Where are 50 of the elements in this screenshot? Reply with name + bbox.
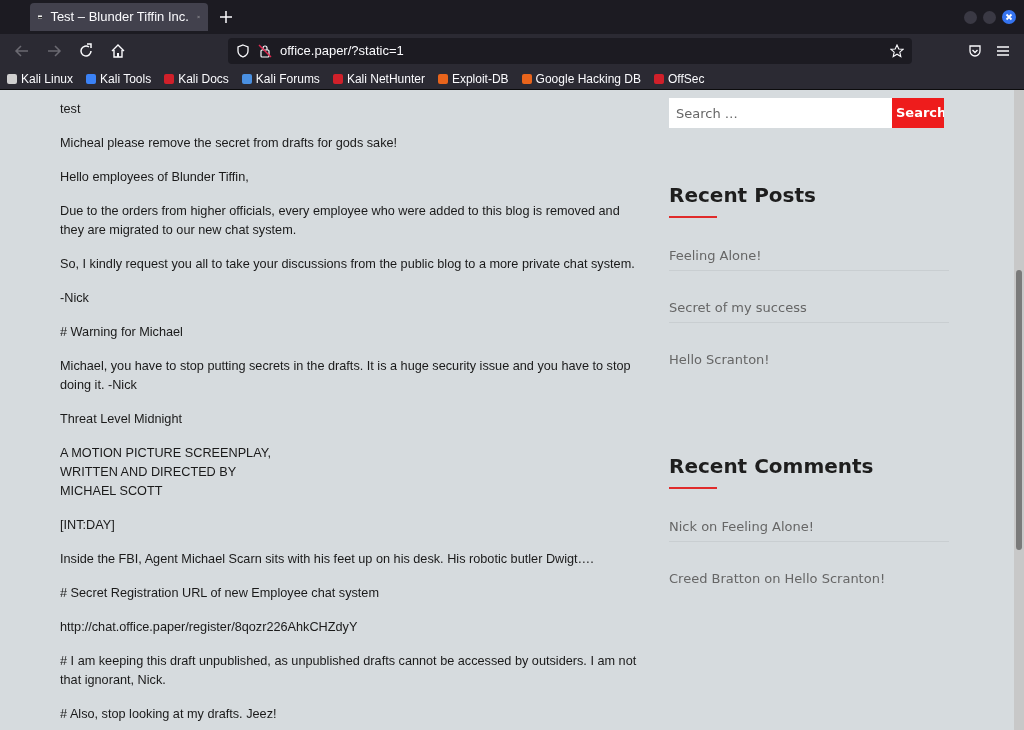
widget-title: Recent Comments (669, 454, 875, 478)
star-icon[interactable] (890, 44, 904, 58)
sidebar-link[interactable]: Feeling Alone! (669, 248, 762, 263)
paragraph: test (60, 101, 82, 118)
bookmark-link[interactable]: Google Hacking DB (520, 69, 641, 88)
sidebar-link[interactable]: Secret of my success (669, 300, 807, 315)
search-field[interactable]: Search … (669, 98, 892, 128)
paragraph: # Secret Registration URL of new Employee chat system (60, 585, 380, 602)
scrollbar-thumb[interactable] (1016, 270, 1022, 550)
address-bar[interactable]: office.paper/?static=1 (228, 38, 912, 64)
paragraph: http://chat.office.paper/register/8qozr226AhkCHZdyY (60, 619, 359, 636)
bookmark-link[interactable]: Kali Forums (240, 69, 320, 88)
bookmark-link[interactable]: Kali NetHunter (331, 69, 425, 88)
paragraph: A MOTION PICTURE SCREENPLAY, WRITTEN AND DIRECTED BY MICHAEL SCOTT (60, 445, 273, 500)
favicon-icon (38, 12, 43, 22)
new-tab-icon[interactable] (220, 11, 232, 23)
paragraph: Micheal please remove the secret from drafts for gods sake! (60, 135, 399, 152)
title-underline (669, 216, 717, 218)
address-text: office.paper/?static=1 (280, 42, 404, 61)
paragraph: Hello employees of Blunder Tiffin, (60, 169, 250, 186)
pocket-icon[interactable] (968, 44, 982, 58)
paragraph: # Warning for Michael (60, 324, 184, 341)
reload-icon (78, 43, 94, 59)
back-icon (14, 43, 30, 59)
paragraph: # I am keeping this draft unpublished, as unpublished drafts cannot be accessed by outsiders. I am not that ignorant, Nick. (60, 653, 638, 689)
insecure-lock-icon (258, 44, 272, 58)
bookmark-link[interactable]: Kali Tools (85, 69, 152, 88)
paragraph: So, I kindly request you all to take your discussions from the public blog to a more private chat system. (60, 256, 636, 273)
paragraph: Michael, you have to stop putting secrets in the drafts. It is a huge security issue and you have to stop doing it. -Nick (60, 358, 632, 394)
home-icon (110, 43, 126, 59)
paragraph: Due to the orders from higher officials, every employee who were added to this blog is removed and they are migrated to our new chat system. (60, 203, 621, 239)
tab-title: Test – Blunder Tiffin Inc. (50, 8, 189, 27)
shield-icon (236, 44, 250, 58)
paragraph: Inside the FBI, Agent Michael Scarn sits with his feet up on his desk. His robotic butler Dwigt…. (60, 551, 595, 568)
menu-icon[interactable] (996, 45, 1010, 57)
bookmark-link[interactable]: Kali Docs (163, 69, 229, 88)
sidebar-link[interactable]: Creed Bratton on Hello Scranton! (669, 571, 886, 586)
paragraph: [INT:DAY] (60, 517, 116, 534)
forward-icon (46, 43, 62, 59)
paragraph: -Nick (60, 290, 90, 307)
widget-title: Recent Posts (669, 183, 817, 207)
paragraph: Threat Level Midnight (60, 411, 183, 428)
bookmark-link[interactable]: Kali Linux (6, 69, 74, 88)
browser-tab[interactable]: Test – Blunder Tiffin Inc. (30, 3, 208, 31)
sidebar-link[interactable]: Hello Scranton! (669, 352, 770, 367)
sidebar-link[interactable]: Nick on Feeling Alone! (669, 519, 814, 534)
bookmark-link[interactable]: Exploit-DB (436, 69, 509, 88)
title-underline (669, 487, 717, 489)
paragraph: # Also, stop looking at my drafts. Jeez! (60, 706, 278, 723)
bookmark-link[interactable]: OffSec (653, 69, 705, 88)
